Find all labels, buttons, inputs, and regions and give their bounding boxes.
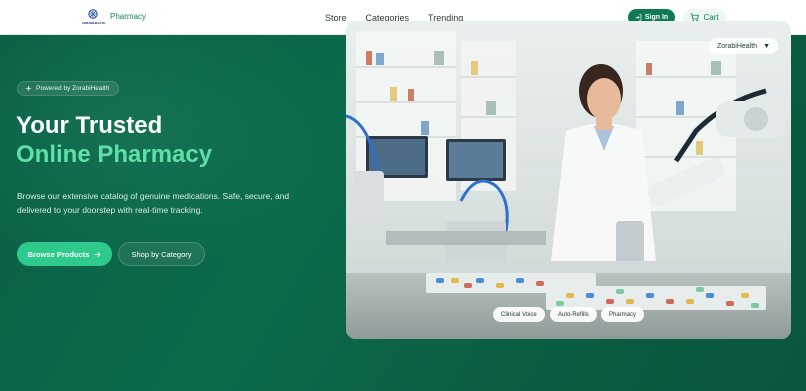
browse-products-button[interactable]: Browse Products <box>17 242 112 266</box>
chip-label: Clinical Voice <box>501 311 537 318</box>
nav-link-store[interactable]: Store <box>325 13 347 23</box>
badge-label: Powered by ZorabiHealth <box>36 85 110 92</box>
chip-label: Auto-Refills <box>558 311 589 318</box>
hero-description: Browse our extensive catalog of genuine … <box>17 191 290 215</box>
browse-products-label: Browse Products <box>27 249 90 259</box>
chip-auto-refills[interactable]: Auto-Refills <box>550 307 597 322</box>
chevron-down-icon: ▼ <box>763 42 771 50</box>
chip-pharmacy[interactable]: Pharmacy <box>601 307 645 322</box>
logo[interactable]: ZORABIHEALTH <box>82 8 106 26</box>
sparkle-icon <box>25 85 32 92</box>
hero-image <box>346 21 791 339</box>
chip-label: Pharmacy <box>609 311 637 318</box>
hero-title-line2: Online Pharmacy <box>16 141 213 168</box>
logo-icon <box>88 9 98 19</box>
chip-clinical-voice[interactable]: Clinical Voice <box>493 307 545 322</box>
hero-title-line1: Your Trusted <box>16 112 163 139</box>
brand-dropdown[interactable]: ZorabiHealth ▼ <box>709 38 779 54</box>
pharmacy-robot-illustration <box>346 21 791 339</box>
logo-text: ZORABIHEALTH <box>82 21 106 25</box>
shop-by-category-button[interactable]: Shop by Category <box>118 242 205 266</box>
sign-in-icon <box>635 14 642 21</box>
powered-by-badge: Powered by ZorabiHealth <box>17 81 120 96</box>
brand-name[interactable]: Pharmacy <box>110 12 146 21</box>
shop-by-category-label: Shop by Category <box>131 249 192 259</box>
sign-in-label: Sign In <box>644 14 669 21</box>
brand-dropdown-label: ZorabiHealth <box>717 42 758 50</box>
arrow-right-icon <box>95 251 101 257</box>
